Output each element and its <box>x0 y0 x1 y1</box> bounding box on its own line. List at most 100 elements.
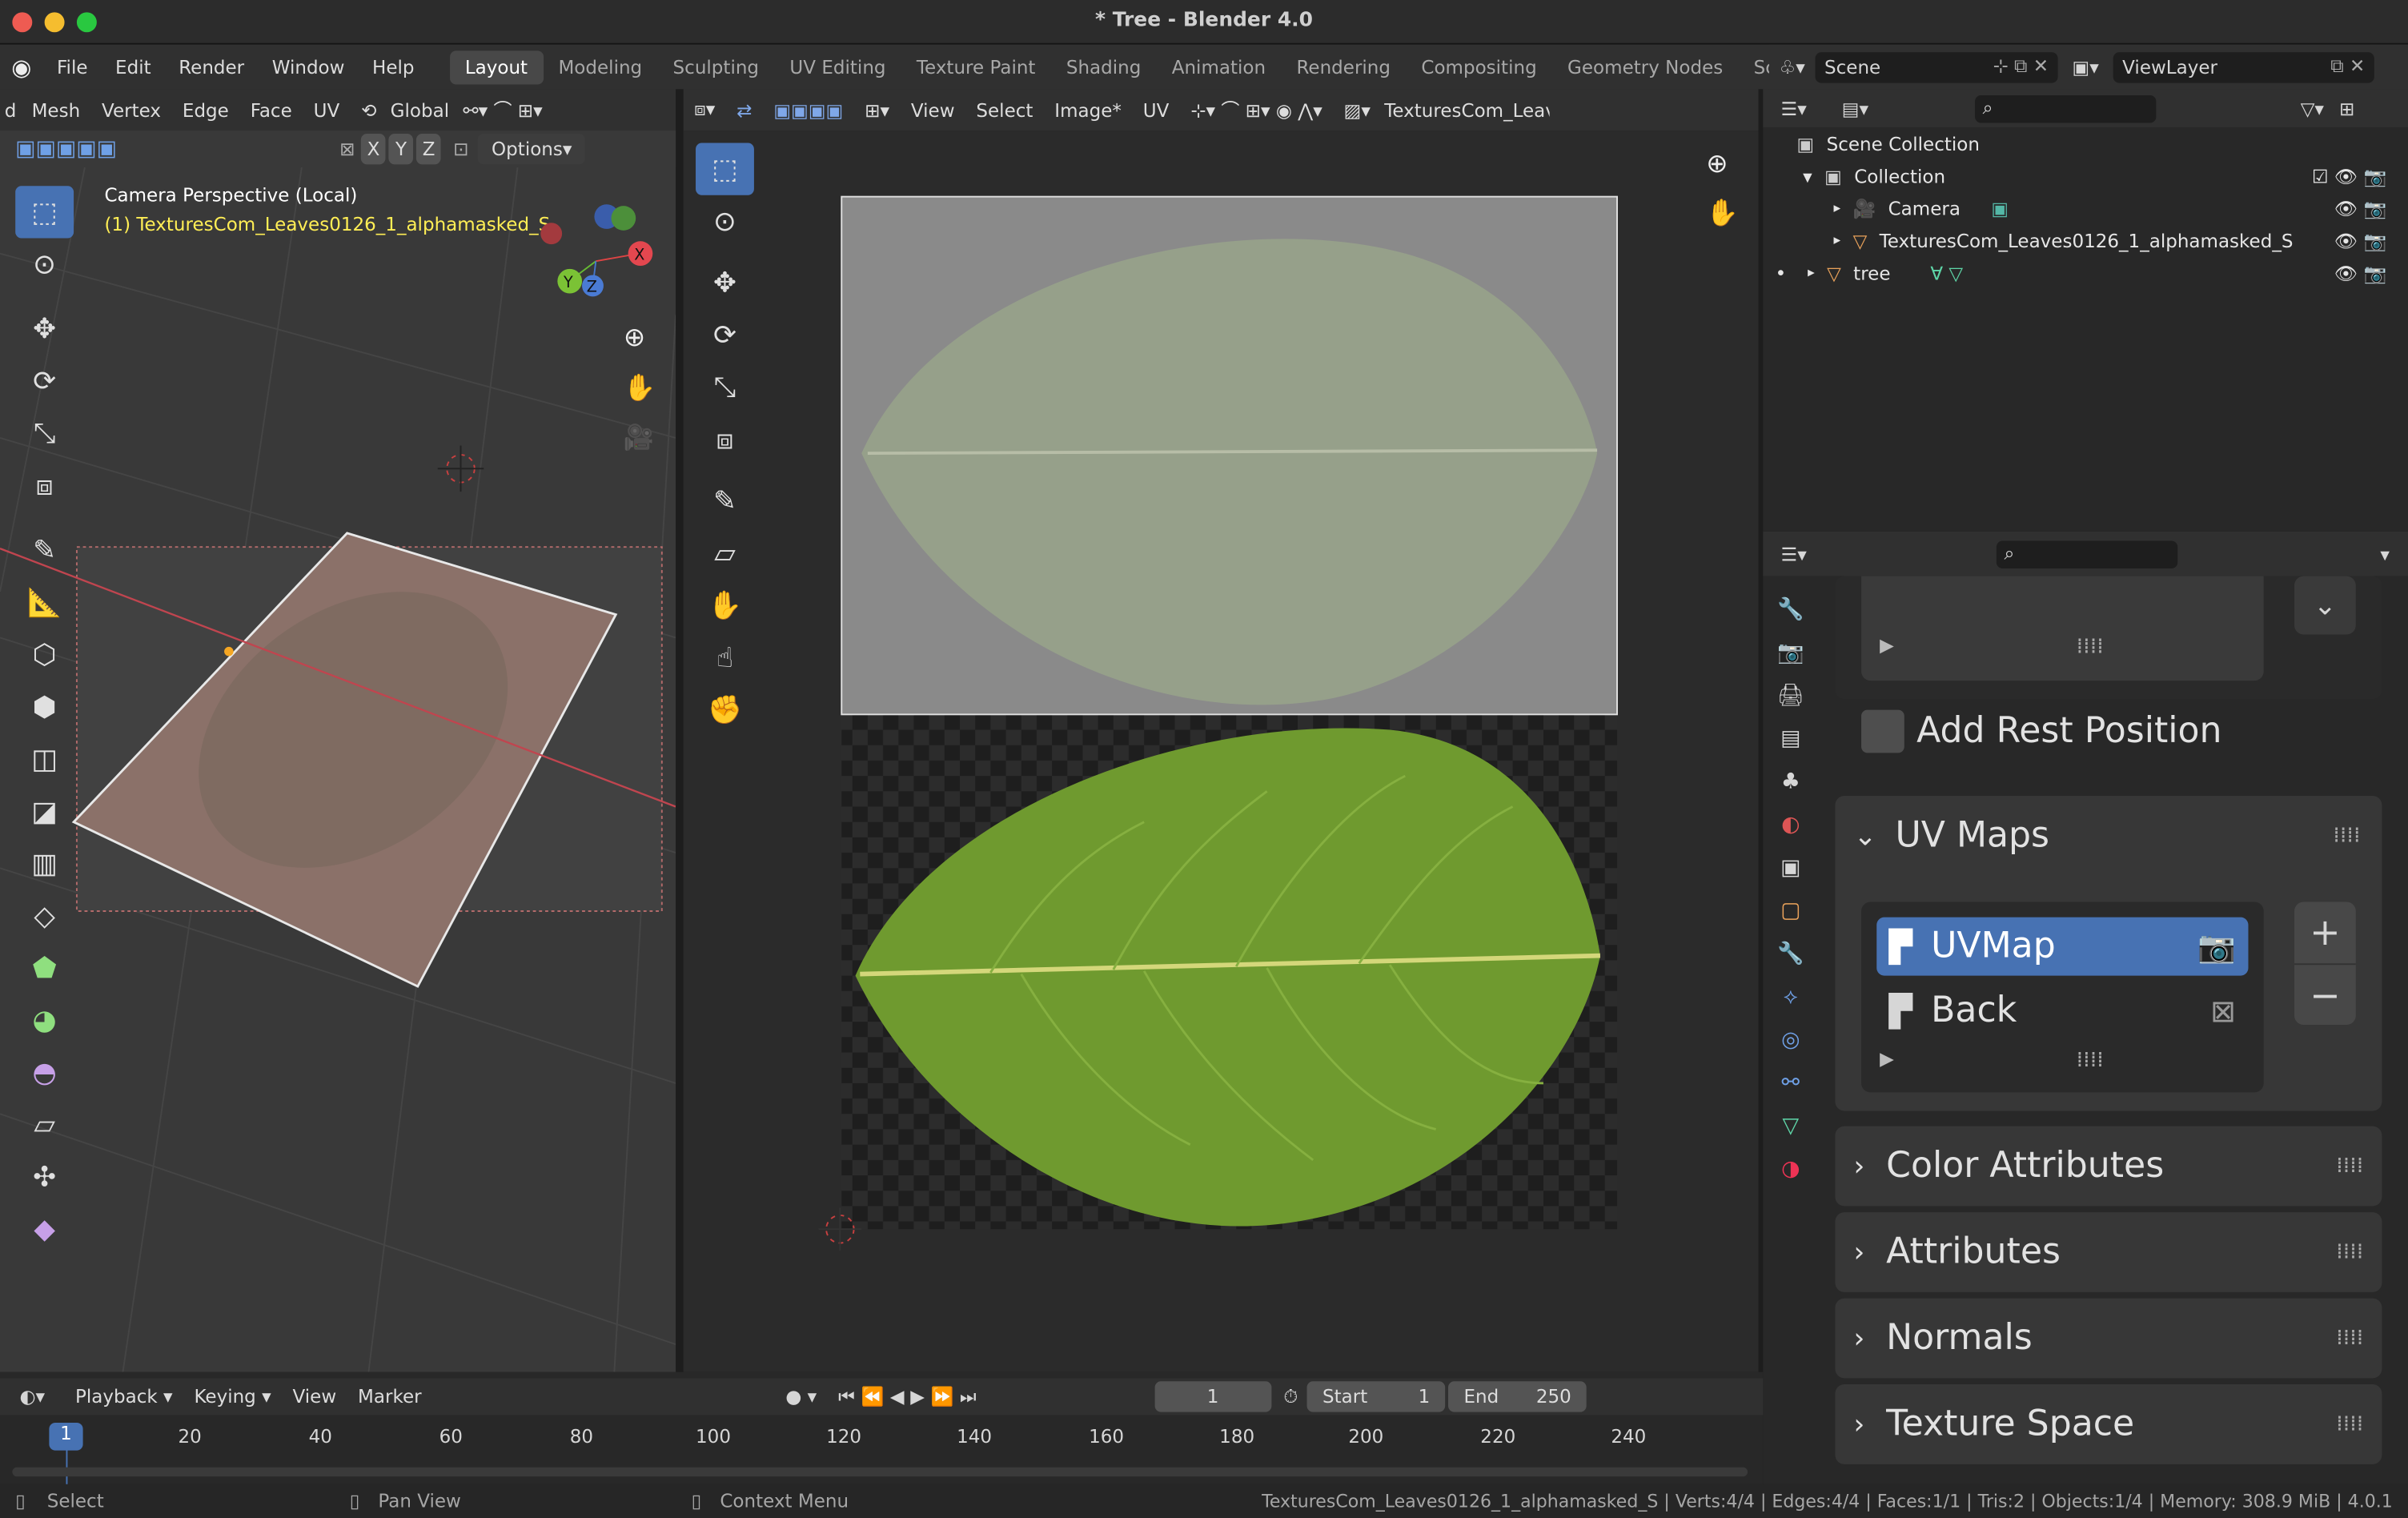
menu-mesh[interactable]: Mesh <box>21 99 90 121</box>
uv-pan-hand-icon[interactable]: ✋ <box>1706 199 1739 229</box>
pivot-icon[interactable]: ⊹▾ ⌒ ⊞▾ ◉ ⋀▾ <box>1180 97 1333 123</box>
display-mode-icon[interactable]: ▤▾ <box>1824 98 1886 119</box>
playback-menu[interactable]: Playback ▾ <box>65 1386 183 1408</box>
disclosure-right-icon[interactable]: ▸ <box>1834 200 1841 215</box>
drag-handle-icon[interactable]: ⁞⁞⁞⁞ <box>2336 1240 2363 1265</box>
disclosure-right-icon[interactable]: ▸ <box>1808 265 1815 280</box>
particles-tab-icon[interactable]: ⟡ <box>1769 976 1812 1019</box>
chevron-right-icon[interactable]: › <box>1853 1236 1864 1268</box>
render-tab-icon[interactable]: 📷 <box>1769 632 1812 675</box>
timeline-ruler[interactable]: 1 20 40 60 80 100 120 140 160 180 200 22… <box>0 1418 1763 1508</box>
disclosure-down-icon[interactable]: ▾ <box>1803 165 1812 187</box>
filter-icon[interactable]: ▽▾ <box>2301 98 2324 119</box>
tab-animation[interactable]: Animation <box>1157 50 1282 83</box>
playback-controls-icon[interactable]: ⏮⏪◀▶⏩⏭ <box>838 1385 982 1408</box>
attributes-panel[interactable]: › Attributes ⁞⁞⁞⁞ <box>1835 1212 2382 1292</box>
physics-tab-icon[interactable]: ◎ <box>1769 1018 1812 1062</box>
menu-select[interactable]: Select <box>965 99 1044 121</box>
playhead[interactable]: 1 <box>49 1423 83 1451</box>
smooth-tool-icon[interactable]: ◓ <box>15 1046 74 1098</box>
tab-compositing[interactable]: Compositing <box>1406 50 1552 83</box>
menu-uv[interactable]: UV <box>303 99 350 121</box>
tab-geometry-nodes[interactable]: Geometry Nodes <box>1552 50 1739 83</box>
normals-panel[interactable]: › Normals ⁞⁞⁞⁞ <box>1835 1298 2382 1379</box>
image-browse-icon[interactable]: ▨▾ <box>1333 99 1381 121</box>
image-name-field[interactable]: TexturesCom_Leav <box>1381 99 1550 121</box>
active-render-camera-icon[interactable]: 📷 <box>2197 928 2236 965</box>
specials-dropdown-icon[interactable]: ⌄ <box>2294 576 2356 635</box>
add-uv-map-button[interactable]: + <box>2294 902 2356 963</box>
scale-tool-icon[interactable]: ⤡ <box>15 408 74 460</box>
mesh-data-icon[interactable]: ∀ ▽ <box>1930 262 1963 283</box>
uv-cursor-tool-icon[interactable]: ⊙ <box>696 195 754 247</box>
uv-transform-tool-icon[interactable]: ⧈ <box>696 413 754 465</box>
extrude-tool-icon[interactable]: ⬢ <box>15 681 74 733</box>
menu-uv-editor[interactable]: UV <box>1132 99 1179 121</box>
orientation-dropdown[interactable]: Global <box>387 99 452 121</box>
tool-tab-icon[interactable]: 🔧 <box>1769 588 1812 632</box>
color-attributes-panel[interactable]: › Color Attributes ⁞⁞⁞⁞ <box>1835 1126 2382 1207</box>
camera-data-icon[interactable]: ▣ <box>1991 198 2009 219</box>
new-collection-icon[interactable]: ⊞ <box>2339 98 2354 119</box>
select-box-tool-icon[interactable]: ⬚ <box>15 186 74 239</box>
add-rest-position-checkbox[interactable] <box>1861 709 1904 753</box>
properties-type-icon[interactable]: ☰▾ <box>1763 543 1824 564</box>
outliner-row-scene-collection[interactable]: ▣ Scene Collection <box>1763 127 2408 159</box>
pin-icon[interactable]: ⊹ ⧉ ✕ <box>1993 55 2049 78</box>
list-expand-icon[interactable]: ▶ <box>1880 1048 1894 1070</box>
pan-hand-icon[interactable]: ✋ <box>624 373 656 404</box>
collection-visibility-icons[interactable]: ☑ 👁 📷 <box>2312 165 2386 187</box>
move-tool-icon[interactable]: ✥ <box>15 303 74 355</box>
uv-select-mode-icons[interactable]: ▣▣▣▣ <box>763 99 854 121</box>
edge-slide-tool-icon[interactable]: ▱ <box>15 1098 74 1151</box>
view-layer-icon[interactable]: ▣▾ <box>2058 56 2113 78</box>
object-tab-icon[interactable]: ▢ <box>1769 890 1812 933</box>
tab-modeling[interactable]: Modeling <box>543 50 657 83</box>
uv-grab-tool-icon[interactable]: ✋ <box>696 579 754 631</box>
material-tab-icon[interactable]: ◑ <box>1769 1148 1812 1191</box>
cursor-tool-icon[interactable]: ⊙ <box>15 238 74 290</box>
menu-edit[interactable]: Edit <box>102 56 165 78</box>
axis-x-toggle[interactable]: X <box>361 133 386 165</box>
bevel-tool-icon[interactable]: ◪ <box>15 785 74 837</box>
viewport-3d[interactable]: Camera Perspective (Local) (1) TexturesC… <box>0 131 676 1372</box>
tab-shading[interactable]: Shading <box>1051 50 1157 83</box>
list-expand-icon[interactable]: ▶ <box>1880 635 1894 657</box>
shrink-fatten-tool-icon[interactable]: ✣ <box>15 1151 74 1203</box>
auto-merge-icon[interactable]: ⊡ <box>453 139 468 160</box>
inactive-render-camera-icon[interactable]: ⊠ <box>2210 993 2236 1030</box>
select-mode-icons[interactable]: ▣▣▣▣▣ <box>15 137 117 162</box>
scene-icon[interactable]: ♧▾ <box>1769 56 1816 78</box>
world-tab-icon[interactable]: ◐ <box>1769 804 1812 847</box>
navigation-gizmo[interactable]: X Y Z <box>537 199 660 307</box>
remove-uv-map-button[interactable]: − <box>2294 963 2356 1025</box>
uv-rip-tool-icon[interactable]: ▱ <box>696 527 754 579</box>
properties-options-icon[interactable]: ▾ <box>2380 543 2390 564</box>
pivot-dropdown-icon[interactable]: ⚯▾ ⌒ ⊞▾ <box>452 97 553 123</box>
tab-sculpting[interactable]: Sculpting <box>657 50 774 83</box>
menu-file[interactable]: File <box>43 56 102 78</box>
chevron-right-icon[interactable]: › <box>1853 1408 1864 1440</box>
outliner-search-input[interactable]: ⌕ <box>1975 94 2157 122</box>
uv-scale-tool-icon[interactable]: ⤡ <box>696 361 754 413</box>
list-resize-handle-icon[interactable]: ⁞⁞⁞⁞ <box>2077 635 2104 660</box>
end-frame-field[interactable]: End 250 <box>1448 1381 1587 1412</box>
camera-visibility-icons[interactable]: 👁 📷 <box>2334 198 2386 219</box>
outliner-row-camera[interactable]: ▸ 🎥 Camera ▣ 👁 📷 <box>1763 192 2408 224</box>
uv-map-item-active[interactable]: ▛ UVMap 📷 <box>1876 917 2249 976</box>
add-rest-position-row[interactable]: Add Rest Position <box>1861 709 2383 755</box>
rotate-tool-icon[interactable]: ⟳ <box>15 355 74 407</box>
loop-cut-tool-icon[interactable]: ▥ <box>15 837 74 890</box>
timeline-view-menu[interactable]: View <box>282 1386 347 1408</box>
output-tab-icon[interactable]: 🖨 <box>1769 674 1812 717</box>
zoom-icon[interactable]: ⊕ <box>624 323 645 353</box>
menu-d[interactable]: d <box>0 99 21 121</box>
menu-help[interactable]: Help <box>359 56 428 78</box>
measure-tool-icon[interactable]: 📐 <box>15 576 74 628</box>
uv-select-tool-icon[interactable]: ⬚ <box>696 143 754 195</box>
chevron-down-icon[interactable]: ⌄ <box>1853 820 1876 852</box>
uv-maps-header[interactable]: ⌄ UV Maps ⁞⁞⁞⁞ <box>1853 811 2360 860</box>
uv-map-item[interactable]: ▛ Back ⊠ <box>1876 982 2248 1040</box>
list-resize-handle-icon[interactable]: ⁞⁞⁞⁞ <box>2077 1048 2104 1073</box>
inset-tool-icon[interactable]: ◫ <box>15 733 74 785</box>
